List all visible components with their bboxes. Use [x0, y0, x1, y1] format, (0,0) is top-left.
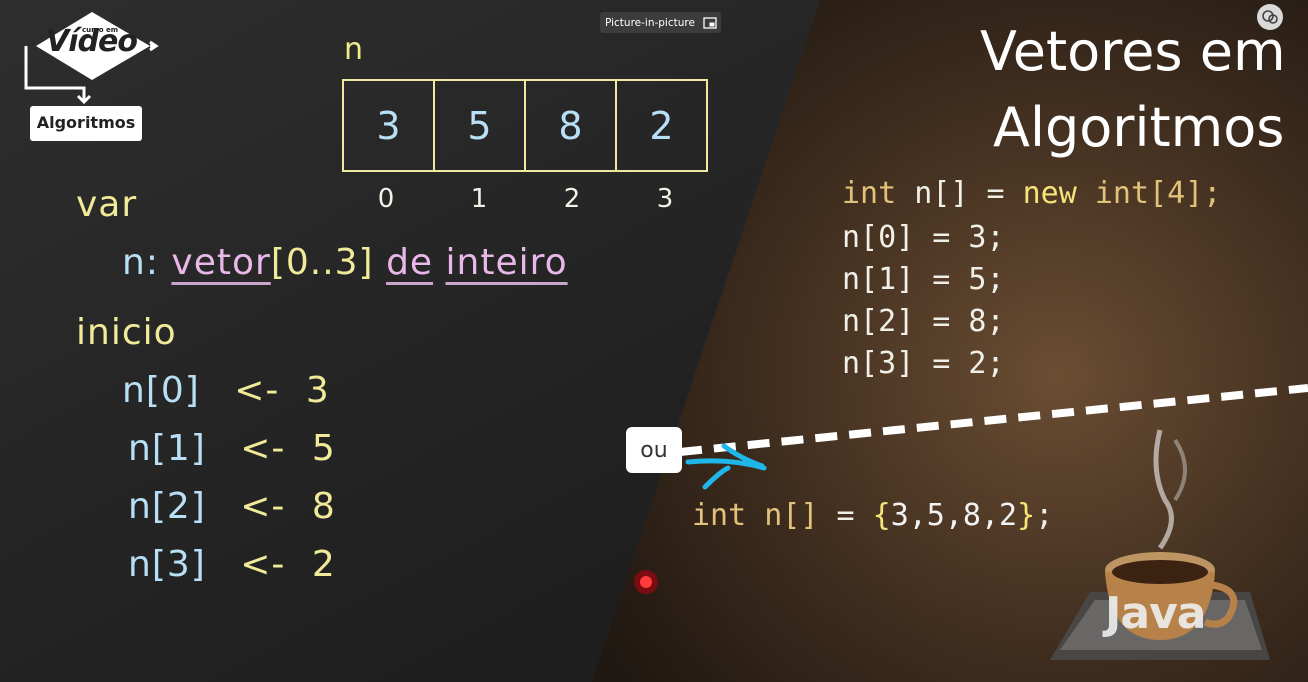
assignment-lhs: n[2]: [128, 486, 206, 527]
assignment-lhs: n[0]: [122, 370, 200, 411]
java-identifier: n[]: [764, 498, 819, 533]
java-assignment: n[0] = 3;: [842, 220, 1005, 255]
java-type: int[4];: [1094, 176, 1222, 211]
java-keyword: int: [692, 498, 747, 533]
picture-in-picture-button[interactable]: Picture-in-picture: [600, 12, 721, 33]
logo-brand: Vídeo: [46, 24, 138, 59]
java-semicolon: ;: [1035, 498, 1054, 533]
vector-index: 0: [377, 184, 396, 214]
java-inline-initializer: int n[] = {3,5,8,2};: [692, 498, 1053, 533]
vector-cells: 3 5 8 2: [342, 79, 708, 172]
java-keyword: new: [1022, 176, 1077, 211]
vector-cell: 8: [524, 79, 617, 172]
logo-label: Algoritmos: [36, 113, 136, 132]
assignment-lhs: n[1]: [128, 428, 206, 469]
java-brace: {: [872, 498, 891, 533]
media-settings-icon: [1262, 10, 1278, 24]
decl-inteiro: inteiro: [445, 242, 568, 283]
java-operator: =: [986, 176, 1005, 211]
java-assignment: n[1] = 5;: [842, 262, 1005, 297]
assignment-line: n[3] <- 2: [128, 544, 336, 585]
java-declaration: int n[] = new int[4];: [842, 176, 1221, 211]
inicio-keyword: inicio: [76, 312, 177, 353]
java-keyword: int: [842, 176, 897, 211]
decl-range: [0..3]: [270, 242, 374, 283]
assignment-value: 5: [311, 428, 336, 469]
vector-index: 2: [563, 184, 582, 214]
picture-in-picture-icon: [703, 16, 717, 29]
assignment-value: 8: [311, 486, 336, 527]
java-assignment: n[2] = 8;: [842, 304, 1005, 339]
pip-label: Picture-in-picture: [605, 16, 695, 29]
vector-index: 3: [656, 184, 675, 214]
java-brace: }: [1017, 498, 1036, 533]
java-assignment: n[3] = 2;: [842, 346, 1005, 381]
java-logo-text: Java: [1105, 588, 1206, 639]
curso-em-video-logo: curso em Vídeo Algoritmos: [18, 6, 163, 146]
media-settings-button[interactable]: [1257, 4, 1283, 30]
assignment-operator: <-: [240, 428, 286, 469]
or-label: ou: [626, 427, 682, 473]
assignment-value: 2: [311, 544, 336, 585]
assignment-lhs: n[3]: [128, 544, 206, 585]
java-identifier: n[]: [914, 176, 969, 211]
decl-name: n:: [122, 242, 159, 283]
slide-title-line-2: Algoritmos: [993, 96, 1285, 159]
java-operator: =: [836, 498, 855, 533]
vector-cell: 3: [342, 79, 435, 172]
assignment-line: n[1] <- 5: [128, 428, 336, 469]
vector-index: 1: [470, 184, 489, 214]
vector-declaration: n: vetor[0..3] de inteiro: [122, 242, 568, 283]
video-frame[interactable]: curso em Vídeo Algoritmos n 3 5 8 2 0 1 …: [0, 0, 1308, 682]
assignment-operator: <-: [240, 486, 286, 527]
assignment-value: 3: [305, 370, 330, 411]
vector-name: n: [344, 32, 365, 67]
vector-cell: 5: [433, 79, 526, 172]
decl-type: vetor: [171, 242, 271, 283]
slide-title-line-1: Vetores em: [980, 20, 1286, 83]
assignment-line: n[0] <- 3: [122, 370, 330, 411]
var-keyword: var: [76, 184, 138, 225]
assignment-operator: <-: [234, 370, 280, 411]
assignment-operator: <-: [240, 544, 286, 585]
java-values: 3,5,8,2: [890, 498, 1018, 533]
assignment-line: n[2] <- 8: [128, 486, 336, 527]
decl-de: de: [386, 242, 434, 283]
vector-cell: 2: [615, 79, 708, 172]
